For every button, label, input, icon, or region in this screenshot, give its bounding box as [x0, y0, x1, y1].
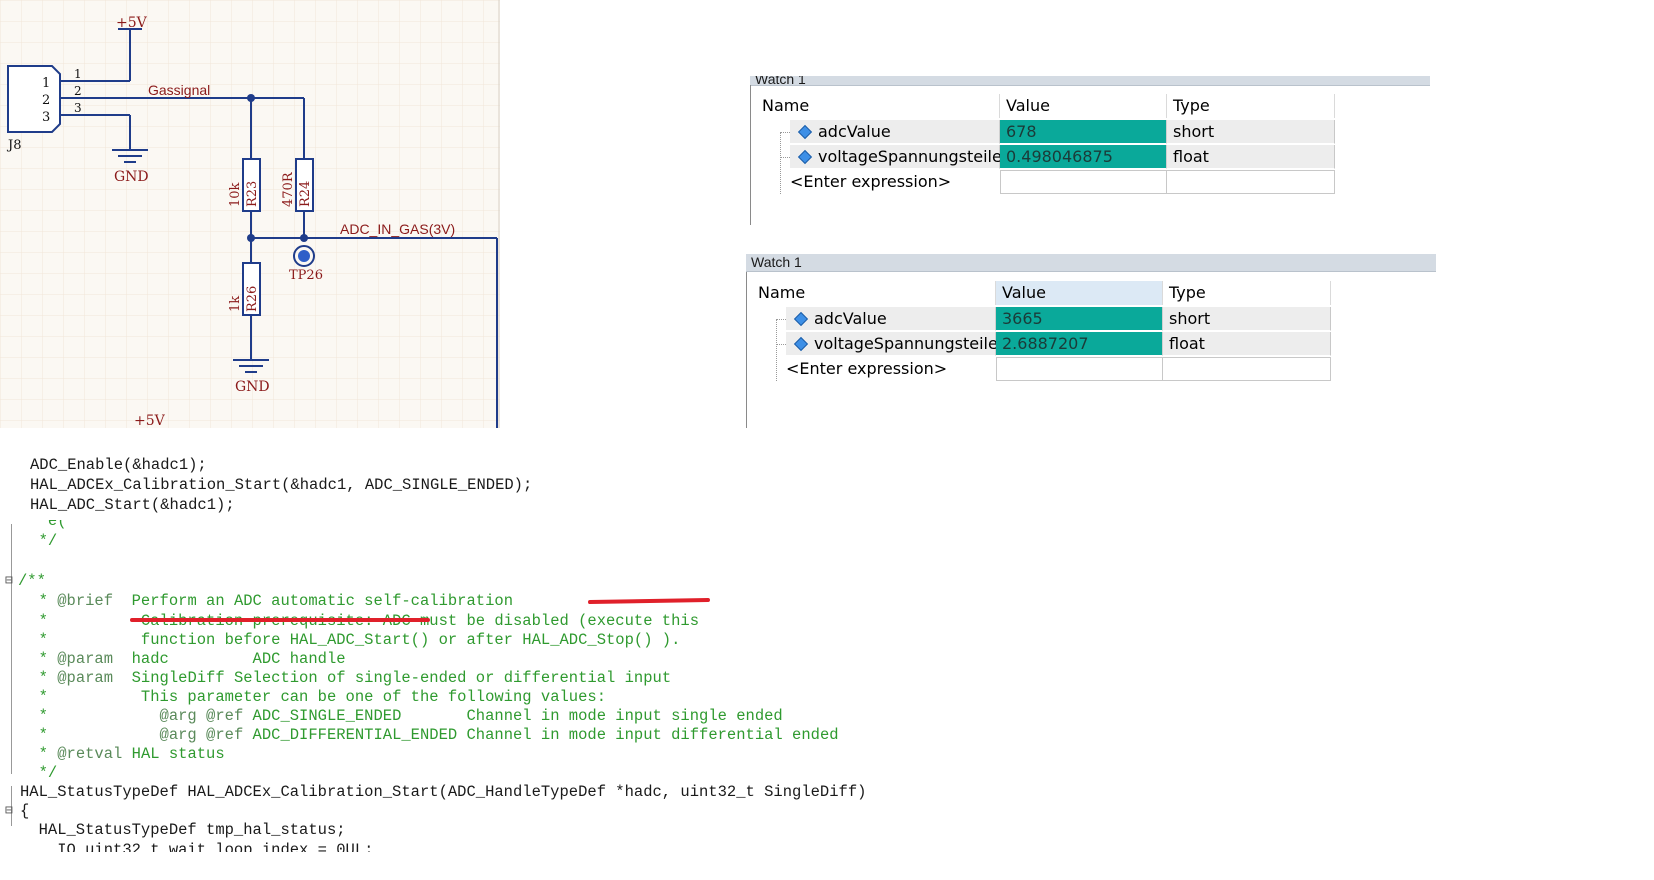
watch-row-type: short [1163, 307, 1331, 331]
code-comment: /** [18, 572, 46, 590]
code-line: { [20, 802, 30, 820]
doc-text: ADC_SINGLE_ENDED Channel in mode input s… [243, 707, 783, 725]
r24-ref: R24 [298, 181, 313, 207]
r26-ref: R26 [245, 286, 260, 312]
watch-row-value[interactable]: 3665 [996, 307, 1163, 331]
column-header-name[interactable]: Name [756, 94, 1000, 118]
watch-row-adcvalue[interactable]: adcValue [790, 120, 1000, 144]
enter-expression-row[interactable]: <Enter expression> [784, 170, 1000, 194]
schematic-view: +5V 1 2 3 J8 1 2 3 Gassignal GND R23 10k… [0, 0, 500, 428]
doc-tag: @param [57, 669, 114, 687]
watch-row-name: voltageSpannungsteiler [814, 334, 1005, 353]
watch-row-type: float [1163, 332, 1331, 356]
enter-expression-row[interactable]: <Enter expression> [780, 357, 996, 381]
doc-text: Perform an ADC automatic self-calibratio… [113, 592, 513, 610]
pin-icon [793, 311, 809, 327]
r23-ref: R23 [245, 181, 260, 207]
red-underline-annotation [130, 618, 430, 622]
testpoint-label: TP26 [289, 268, 323, 283]
pin-number-1: 1 [74, 67, 82, 81]
connector-ref: J8 [6, 138, 21, 153]
doc-tag: @arg @ref [159, 726, 244, 744]
net-label-adc: ADC_IN_GAS(3V) [340, 221, 455, 237]
code-comment-line: * @retval HAL status [20, 745, 225, 763]
column-header-name[interactable]: Name [752, 281, 996, 305]
r23-value: 10k [228, 182, 243, 207]
connector-pin-2-inner: 2 [42, 93, 50, 108]
pin-icon [793, 336, 809, 352]
code-comment-line: * @arg @ref ADC_SINGLE_ENDED Channel in … [20, 707, 783, 725]
net-label-gassignal: Gassignal [148, 82, 210, 98]
doc-text: function before HAL_ADC_Start() or after… [140, 631, 681, 649]
pin-number-2: 2 [74, 84, 82, 98]
doc-text: This parameter can be one of the followi… [140, 688, 606, 706]
pin-icon [797, 149, 813, 165]
column-header-value[interactable]: Value [996, 281, 1163, 305]
column-header-type[interactable]: Type [1163, 281, 1331, 305]
watch-row-type: short [1167, 120, 1335, 144]
code-comment: */ [20, 764, 58, 782]
r26-value: 1k [228, 296, 243, 312]
column-header-type[interactable]: Type [1167, 94, 1335, 118]
watch-row-name: adcValue [818, 122, 891, 141]
code-view: ADC_Enable(&hadc1); HAL_ADCEx_Calibratio… [0, 450, 1654, 880]
code-comment-line: * function before HAL_ADC_Start() or aft… [20, 631, 681, 649]
code-comment-line: * This parameter can be one of the follo… [20, 688, 606, 706]
doc-text: ADC_DIFFERENTIAL_ENDED Channel in mode i… [243, 726, 839, 744]
function-signature: HAL_StatusTypeDef HAL_ADCEx_Calibration_… [20, 783, 867, 801]
watch-row-adcvalue[interactable]: adcValue [786, 307, 996, 331]
watch-title-bottom: Watch 1 [746, 254, 1436, 272]
connector-j8-body [7, 65, 61, 133]
doc-tag: @brief [57, 592, 114, 610]
watch-window-top: Watch 1 Name Value Type adcValue 678 sho… [750, 76, 1430, 234]
vcc-label-top: +5V [116, 15, 148, 31]
enter-expression-value [996, 357, 1163, 381]
code-comment-line: * @brief Perform an ADC automatic self-c… [20, 592, 513, 610]
connector-pin-3-inner: 3 [42, 110, 50, 125]
watch-row-value[interactable]: 0.498046875 [1000, 145, 1167, 169]
fold-gutter [11, 524, 12, 774]
vcc-label-bottom: +5V [134, 413, 166, 428]
code-line-partial: __IO uint32_t wait_loop_index = 0UL; [20, 841, 374, 852]
watch-title-top: Watch 1 [750, 76, 1430, 86]
enter-expression-value [1000, 170, 1167, 194]
code-comment-line: * @arg @ref ADC_DIFFERENTIAL_ENDED Chann… [20, 726, 839, 744]
watch-row-voltage[interactable]: voltageSpannungsteiler [790, 145, 1008, 169]
doc-text: hadc ADC handle [113, 650, 346, 668]
gnd-label-2: GND [235, 379, 270, 395]
fold-icon[interactable]: ⊟ [5, 803, 13, 818]
watch-row-value[interactable]: 678 [1000, 120, 1167, 144]
doc-tag: @retval [57, 745, 123, 763]
doc-tag: @arg @ref [159, 707, 244, 725]
enter-expression-type [1162, 357, 1331, 381]
pin-icon [797, 124, 813, 140]
red-underline-annotation [587, 597, 711, 605]
watch-row-value[interactable]: 2.6887207 [996, 332, 1163, 356]
code-line: HAL_ADCEx_Calibration_Start(&hadc1, ADC_… [30, 476, 533, 494]
watch-row-voltage[interactable]: voltageSpannungsteiler [786, 332, 1004, 356]
code-comment-line: * @param hadc ADC handle [20, 650, 346, 668]
doc-text: SingleDiff Selection of single-ended or … [113, 669, 672, 687]
code-line: HAL_StatusTypeDef tmp_hal_status; [20, 821, 346, 839]
code-comment-line: * @param SingleDiff Selection of single-… [20, 669, 672, 687]
watch-row-type: float [1167, 145, 1335, 169]
code-line: ADC_Enable(&hadc1); [30, 456, 207, 474]
doc-tag: @param [57, 650, 114, 668]
connector-pin-1-inner: 1 [42, 76, 50, 91]
watch-row-name: adcValue [814, 309, 887, 328]
gnd-label-1: GND [114, 169, 149, 185]
pin-number-3: 3 [74, 101, 82, 115]
doc-text: HAL status [122, 745, 225, 763]
fold-icon[interactable]: ⊟ [5, 573, 13, 588]
code-line: HAL_ADC_Start(&hadc1); [30, 496, 235, 514]
r24-value: 470R [281, 171, 296, 207]
code-comment: */ [20, 532, 58, 550]
column-header-value[interactable]: Value [1000, 94, 1167, 118]
watch-window-bottom: Watch 1 Name Value Type adcValue 3665 sh… [746, 254, 1436, 428]
watch-row-name: voltageSpannungsteiler [818, 147, 1009, 166]
enter-expression-type [1166, 170, 1335, 194]
